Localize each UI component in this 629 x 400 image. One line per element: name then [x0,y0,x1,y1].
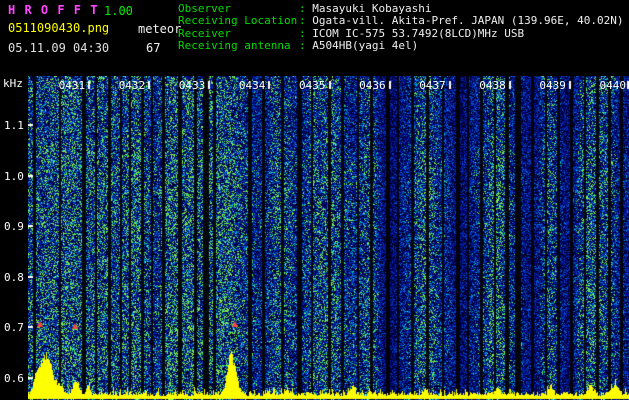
info-colon: : [299,26,306,40]
y-tick-label: 0.6 [4,371,24,385]
x-tick-label: 0437 [419,79,446,92]
y-tick-label: 0.7 [4,321,24,334]
y-tick-label: 1.0 [4,169,24,183]
meteor-count-label: meteor [138,22,182,36]
observation-datetime: 05.11.09 04:30 [8,41,110,55]
info-value: Ogata-vill. Akita-Pref. JAPAN (139.96E, … [305,14,624,28]
info-row: Receiving antenna: A504HB(yagi 4el) [178,39,624,53]
frequency-unit-label: kHz [3,77,23,90]
x-tick-label: 0436 [359,79,386,92]
info-label: Receiving antenna [178,39,291,53]
meteor-count-value: 67 [146,41,161,55]
output-filename: 0511090430.png [8,21,110,35]
app-version: 1.00 [104,4,133,18]
frequency-axis: kHz 1.1 1.0 0.9 0.8 0.7 0.6 [0,76,28,400]
hrofft-window: H R O F F T 1.00 0511090430.png 05.11.09… [0,0,629,400]
info-colon: : [299,39,306,53]
y-tick-label: 1.1 [4,119,24,132]
y-tick-label: 0.8 [4,270,24,284]
info-colon: : [299,2,306,15]
x-tick-label: 0435 [299,79,326,92]
y-tick-label: 0.9 [4,220,24,233]
x-tick-label: 0434 [238,79,266,92]
x-tick-label: 0431 [58,79,86,92]
x-tick-label: 0440 [599,79,627,92]
x-tick-label: 0433 [178,79,206,92]
x-tick-label: 0438 [479,79,506,92]
info-table: Observer: Masayuki Kobayashi Receiving Lo… [178,2,624,53]
x-tick-label: 0439 [539,79,566,92]
info-label: Receiving Location [178,14,298,28]
spectrogram-canvas [28,76,629,400]
time-axis: 0431 0432 0433 0434 0435 0436 0437 0438 0439 0440 [28,76,629,92]
info-value: Masayuki Kobayashi [305,2,432,15]
header: H R O F F T 1.00 0511090430.png 05.11.09… [0,0,629,76]
info-value: ICOM IC-575 53.7492(8LCD)MHz USB [305,26,525,40]
x-tick-label: 0432 [118,79,146,92]
spectrogram-panel: kHz 1.1 1.0 0.9 0.8 0.7 0.6 0431 0432 0433 0434 0… [0,76,629,400]
info-colon: : [299,14,306,28]
app-title: H R O F F T [8,3,99,17]
info-value: A504HB(yagi 4el) [305,39,419,53]
